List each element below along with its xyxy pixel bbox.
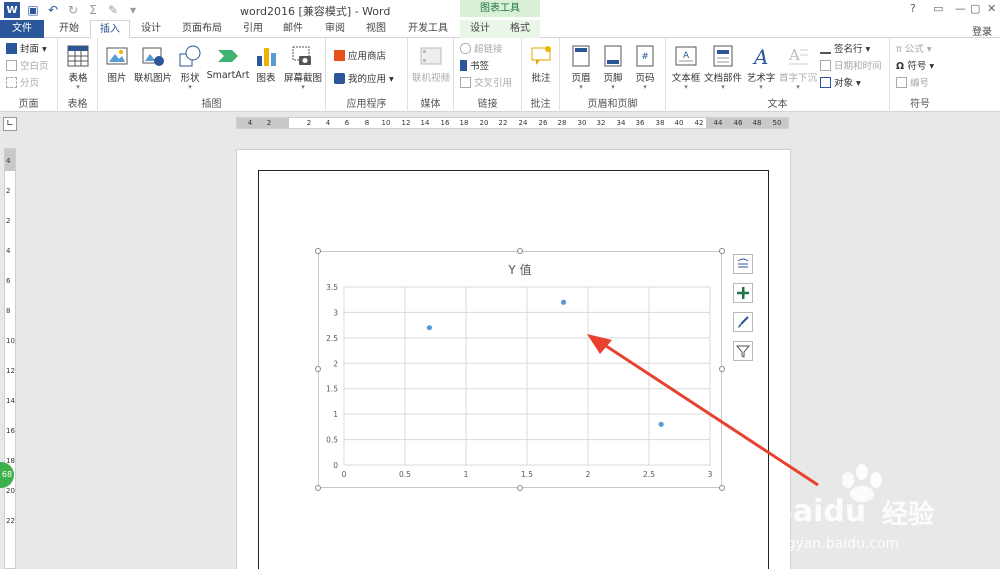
watermark-brand: Baidu [770, 494, 867, 529]
watermark-brand-cn: 经验 [882, 500, 935, 530]
watermark-url: jingyan.baidu.com [770, 536, 900, 552]
baidu-watermark: Baidu 经验 jingyan.baidu.com [770, 464, 1000, 569]
